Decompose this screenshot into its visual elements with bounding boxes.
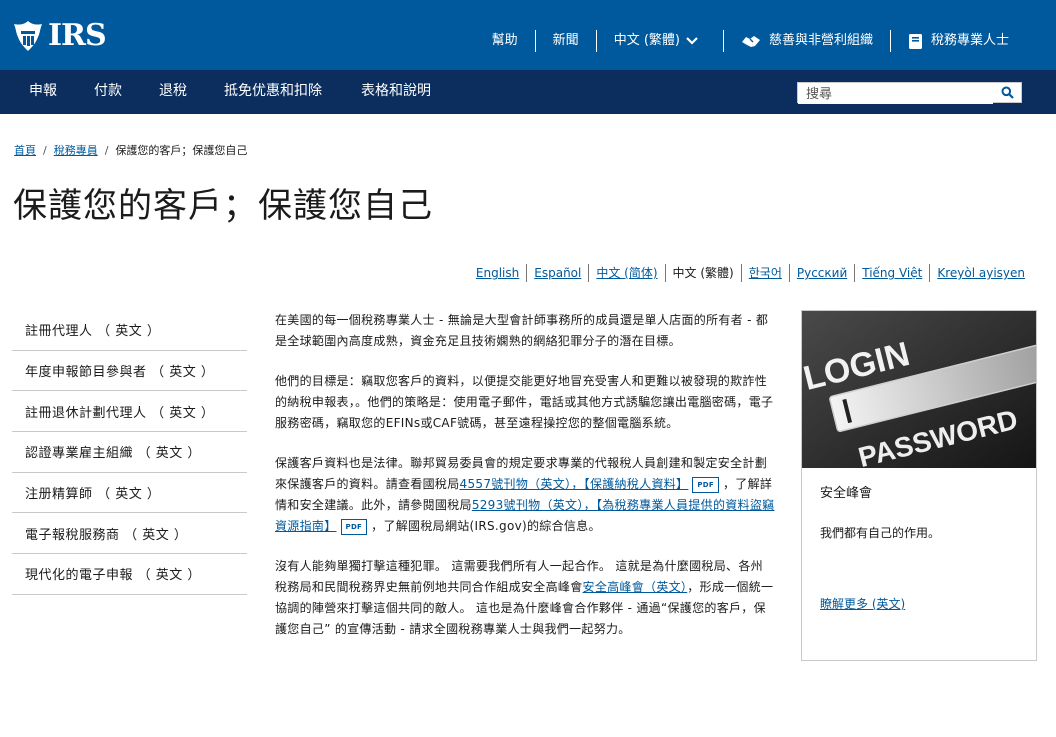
- sidebar-item-enrolled-agents[interactable]: 註冊代理人 （ 英文 ）: [12, 310, 247, 351]
- card-text: 我們都有自己的作用。: [820, 526, 941, 540]
- breadcrumb-tax-pros[interactable]: 稅務專員: [54, 144, 98, 158]
- charities-link[interactable]: 慈善與非營利組織: [722, 30, 890, 52]
- login-password-image: LOGIN PASSWORD: [802, 311, 1036, 468]
- pdf-icon: PDF: [340, 518, 368, 535]
- paragraph-4: 沒有人能夠單獨打擊這種犯罪。 這需要我們所有人一起合作。 這就是為什麼國稅局、各…: [275, 556, 775, 640]
- logo-text: IRS: [48, 18, 107, 53]
- lang-chinese-traditional: 中文 (繁體): [664, 264, 741, 282]
- nav-item-refunds[interactable]: 退稅: [159, 82, 187, 100]
- lang-korean[interactable]: 한국어: [740, 264, 789, 282]
- lang-english[interactable]: English: [469, 264, 526, 282]
- breadcrumb: 首頁 / 稅務專員 / 保護您的客戶；保護您自己: [14, 144, 247, 158]
- learn-more-link[interactable]: 瞭解更多 (英文): [820, 595, 905, 613]
- charities-link-label: 慈善與非營利組織: [768, 33, 873, 48]
- language-selector-label: 中文 (繁體): [613, 33, 680, 48]
- eagle-icon: [14, 21, 42, 51]
- search-input[interactable]: [798, 85, 993, 104]
- tax-pros-link-label: 稅務專業人士: [930, 33, 1009, 48]
- lang-chinese-simplified[interactable]: 中文 (简体): [588, 264, 664, 282]
- news-link[interactable]: 新聞: [534, 30, 596, 52]
- top-header: IRS 幫助 新聞 中文 (繁體) 慈善與非營利組織 稅務專業人士: [0, 0, 1056, 70]
- nav-item-file[interactable]: 申報: [29, 82, 57, 100]
- nav-item-forms-instructions[interactable]: 表格和說明: [361, 82, 431, 100]
- utility-links: 幫助 新聞 中文 (繁體) 慈善與非營利組織 稅務專業人士: [475, 30, 1026, 52]
- help-link-label: 幫助: [491, 33, 518, 48]
- paragraph-2: 他們的目標是：竊取您客戶的資料，以便提交能更好地冒充受害人和更難以被發現的欺詐性…: [275, 374, 774, 430]
- chevron-down-icon: [686, 37, 698, 45]
- help-link[interactable]: 幫助: [475, 30, 535, 52]
- security-summit-link[interactable]: 安全高峰會（英文）: [583, 580, 688, 594]
- sidebar-item-retirement-plan-agents[interactable]: 註冊退休計劃代理人 （ 英文 ）: [12, 391, 247, 433]
- tax-pros-link[interactable]: 稅務專業人士: [889, 30, 1026, 52]
- breadcrumb-separator: /: [104, 144, 109, 157]
- search-box: [797, 82, 1022, 104]
- main-content: 在美國的每一個稅務專業人士 - 無論是大型會計師事務所的成員還是單人店面的所有者…: [275, 310, 775, 659]
- pub-4557-link[interactable]: 4557號刊物（英文），【保護納稅人資料】: [460, 477, 689, 491]
- language-links: English Español 中文 (简体) 中文 (繁體) 한국어 Русс…: [469, 264, 1032, 282]
- nav-item-credits-deductions[interactable]: 抵免优惠和扣除: [224, 82, 322, 100]
- card-title: 安全峰會: [820, 486, 873, 501]
- news-link-label: 新聞: [552, 33, 579, 48]
- paragraph-1: 在美國的每一個稅務專業人士 - 無論是大型會計師事務所的成員還是單人店面的所有者…: [275, 313, 769, 348]
- sidebar-nav: 註冊代理人 （ 英文 ） 年度申報節目參與者 （ 英文 ） 註冊退休計劃代理人 …: [12, 310, 247, 595]
- security-summit-card: LOGIN PASSWORD 安全峰會 我們都有自己的作用。 瞭解更多 (英文): [801, 310, 1037, 661]
- breadcrumb-home[interactable]: 首頁: [14, 144, 36, 158]
- lang-spanish[interactable]: Español: [526, 264, 588, 282]
- language-selector[interactable]: 中文 (繁體): [595, 30, 723, 52]
- lang-vietnamese[interactable]: Tiếng Việt: [854, 264, 929, 282]
- irs-logo[interactable]: IRS: [12, 18, 107, 54]
- sidebar-item-e-file-providers[interactable]: 電子報稅服務商 （ 英文 ）: [12, 513, 247, 555]
- breadcrumb-separator: /: [43, 144, 47, 157]
- handshake-icon: [741, 36, 760, 47]
- lang-russian[interactable]: Русский: [788, 264, 854, 282]
- search-icon[interactable]: [1001, 86, 1014, 99]
- login-screen-graphic: LOGIN PASSWORD: [802, 311, 1036, 468]
- breadcrumb-current: 保護您的客戶；保護您自己: [115, 144, 248, 157]
- sidebar-item-enrolled-actuaries[interactable]: 注册精算師 （ 英文 ）: [12, 473, 247, 514]
- sidebar-item-modernized-e-file[interactable]: 現代化的電子申報 （ 英文 ）: [12, 554, 247, 595]
- sidebar-item-annual-filing-season[interactable]: 年度申報節目參與者 （ 英文 ）: [12, 351, 247, 392]
- paragraph-3-text: ，了解國稅局網站(IRS.gov)的綜合信息。: [371, 519, 601, 533]
- pdf-icon: PDF: [692, 476, 719, 493]
- book-icon: [908, 33, 922, 49]
- page-title: 保護您的客戶；保護您自己: [13, 186, 433, 226]
- nav-item-pay[interactable]: 付款: [94, 82, 122, 100]
- paragraph-3: 保護客戶資料也是法律。聯邦貿易委員會的規定要求專業的代報稅人員創建和製定安全計劃…: [275, 453, 775, 537]
- sidebar-item-peo[interactable]: 認證專業雇主組織 （ 英文 ）: [12, 432, 247, 473]
- lang-haitian-creole[interactable]: Kreyòl ayisyen: [929, 264, 1032, 282]
